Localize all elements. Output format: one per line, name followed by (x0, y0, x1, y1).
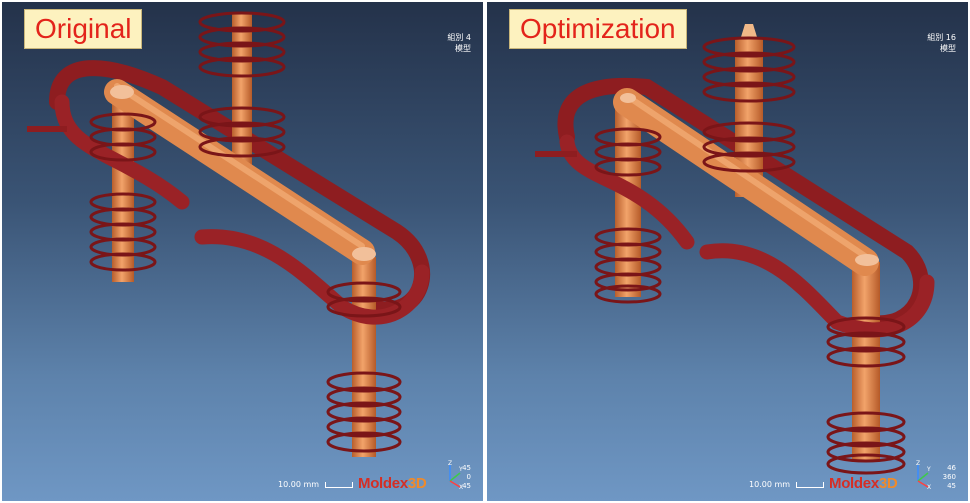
runner-vertical-top (232, 12, 252, 172)
runner-vertical-right (352, 257, 376, 457)
model-original (27, 11, 430, 457)
group-info: 組別 4 模型 (447, 32, 471, 54)
svg-text:X: X (927, 484, 931, 489)
view-angles: 46 360 45 (942, 464, 956, 490)
moldex3d-logo: Moldex3D (358, 475, 427, 492)
viewport-optimization[interactable]: Optimization 組別 16 模型 10.00 mm Moldex3D … (487, 2, 968, 501)
scale-bar-line (796, 481, 825, 488)
scale-bar: 10.00 mm (278, 480, 354, 489)
model-label: 模型 (455, 44, 471, 53)
scale-label: 10.00 mm (278, 480, 320, 489)
model-label: 模型 (940, 44, 956, 53)
moldex3d-logo: Moldex3D (829, 475, 898, 492)
viewport-original[interactable]: Original 組別 4 模型 10.00 mm Moldex3D Z Y X… (2, 2, 483, 501)
model-optimization (535, 24, 935, 475)
group-info: 組別 16 模型 (927, 32, 956, 54)
view-angles: 45 0 45 (462, 464, 471, 490)
scale-label: 10.00 mm (749, 480, 791, 489)
svg-text:Z: Z (448, 460, 452, 467)
scale-bar-line (325, 481, 354, 488)
comparison-view: Original 組別 4 模型 10.00 mm Moldex3D Z Y X… (0, 0, 970, 503)
group-label: 組別 4 (447, 33, 471, 42)
view-title: Optimization (509, 9, 687, 49)
view-title: Original (24, 9, 143, 49)
svg-text:Z: Z (916, 460, 920, 467)
svg-text:Y: Y (926, 466, 931, 473)
group-label: 組別 16 (927, 33, 956, 42)
axis-triad-icon: Z Y X (916, 460, 931, 489)
scale-bar: 10.00 mm (749, 480, 825, 489)
